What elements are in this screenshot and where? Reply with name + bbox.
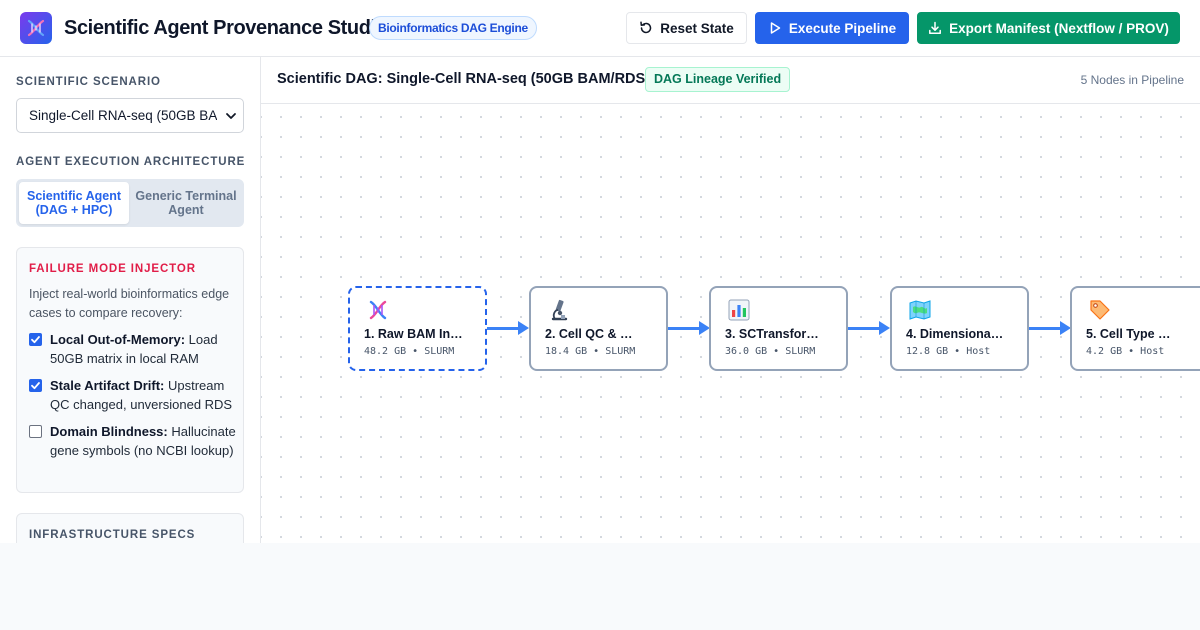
node-meta: 12.8 GB • Host (906, 346, 991, 357)
node-title: 4. Dimensiona… (906, 327, 1004, 341)
tag-icon (1090, 300, 1110, 320)
dag-canvas[interactable]: Scientific DAG: Single-Cell RNA-seq (50G… (261, 57, 1200, 543)
bar-chart-icon (728, 299, 750, 321)
node-title: 2. Cell QC & … (545, 327, 633, 341)
download-icon (929, 21, 942, 34)
dag-edge (487, 327, 519, 330)
dag-verified-badge: DAG Lineage Verified (645, 67, 791, 92)
dag-header: Scientific DAG: Single-Cell RNA-seq (50G… (261, 57, 1200, 104)
arrow-head-icon (879, 321, 890, 335)
dna-icon (20, 12, 52, 44)
architecture-section-label: AGENT EXECUTION ARCHITECTURE (16, 156, 246, 168)
architecture-toggle: Scientific Agent (DAG + HPC) Generic Ter… (16, 179, 244, 227)
export-manifest-label: Export Manifest (Nextflow / PROV) (949, 20, 1169, 36)
dag-title: Scientific DAG: Single-Cell RNA-seq (50G… (277, 71, 651, 87)
chevron-down-icon (226, 113, 236, 119)
node-title: 3. SCTransfor… (725, 327, 819, 341)
scenario-section-label: SCIENTIFIC SCENARIO (16, 76, 161, 88)
infrastructure-specs-title: INFRASTRUCTURE SPECS (29, 529, 196, 541)
architecture-option-scientific-agent[interactable]: Scientific Agent (DAG + HPC) (19, 182, 129, 224)
top-header: Scientific Agent Provenance Studio Bioin… (0, 0, 1200, 57)
node-title: 1. Raw BAM In… (364, 327, 463, 341)
node-count: 5 Nodes in Pipeline (1080, 73, 1184, 87)
execute-pipeline-label: Execute Pipeline (788, 20, 897, 36)
play-icon (770, 22, 781, 34)
node-meta: 18.4 GB • SLURM (545, 346, 636, 357)
failure-mode-injector-card: FAILURE MODE INJECTOR Inject real-world … (16, 247, 244, 493)
dag-node-raw-bam[interactable]: 1. Raw BAM In… 48.2 GB • SLURM (348, 286, 487, 371)
scenario-select-value: Single-Cell RNA-seq (50GB BA (29, 108, 217, 123)
failure-option-name: Stale Artifact Drift: (50, 378, 165, 393)
execute-pipeline-button[interactable]: Execute Pipeline (755, 12, 909, 44)
checkbox-stale-artifact[interactable] (29, 379, 42, 392)
checkmark-icon (31, 336, 40, 344)
reset-state-label: Reset State (660, 20, 734, 36)
dag-node-sctransform[interactable]: 3. SCTransfor… 36.0 GB • SLURM (709, 286, 848, 371)
engine-badge: Bioinformatics DAG Engine (369, 16, 537, 40)
refresh-icon (640, 21, 652, 34)
map-icon (909, 300, 931, 320)
scenario-select[interactable]: Single-Cell RNA-seq (50GB BA (16, 98, 244, 133)
arrow-head-icon (518, 321, 529, 335)
dag-edge (1029, 327, 1061, 330)
reset-state-button[interactable]: Reset State (626, 12, 747, 44)
dna-icon (369, 300, 387, 320)
dag-node-cell-qc[interactable]: 2. Cell QC & … 18.4 GB • SLURM (529, 286, 668, 371)
dag-edge (668, 327, 700, 330)
failure-option-name: Domain Blindness: (50, 424, 168, 439)
node-meta: 36.0 GB • SLURM (725, 346, 816, 357)
failure-option-name: Local Out-of-Memory: (50, 332, 186, 347)
node-meta: 4.2 GB • Host (1086, 346, 1165, 357)
checkbox-local-oom[interactable] (29, 333, 42, 346)
failure-mode-description: Inject real-world bioinformatics edge ca… (29, 287, 230, 320)
node-title: 5. Cell Type … (1086, 327, 1171, 341)
infrastructure-specs-card: INFRASTRUCTURE SPECS (16, 513, 244, 543)
dag-edge (848, 327, 880, 330)
checkmark-icon (31, 382, 40, 390)
node-meta: 48.2 GB • SLURM (364, 346, 455, 357)
dag-node-dimensionality[interactable]: 4. Dimensiona… 12.8 GB • Host (890, 286, 1029, 371)
architecture-option-generic-terminal[interactable]: Generic Terminal Agent (131, 182, 241, 224)
sidebar: SCIENTIFIC SCENARIO Single-Cell RNA-seq … (0, 57, 261, 543)
app-title: Scientific Agent Provenance Studio (64, 17, 388, 39)
export-manifest-button[interactable]: Export Manifest (Nextflow / PROV) (917, 12, 1180, 44)
checkbox-domain-blindness[interactable] (29, 425, 42, 438)
failure-mode-title: FAILURE MODE INJECTOR (29, 263, 196, 275)
app-window: Scientific Agent Provenance Studio Bioin… (0, 0, 1200, 543)
microscope-icon (551, 299, 568, 321)
dag-node-cell-type[interactable]: 5. Cell Type … 4.2 GB • Host (1070, 286, 1200, 371)
